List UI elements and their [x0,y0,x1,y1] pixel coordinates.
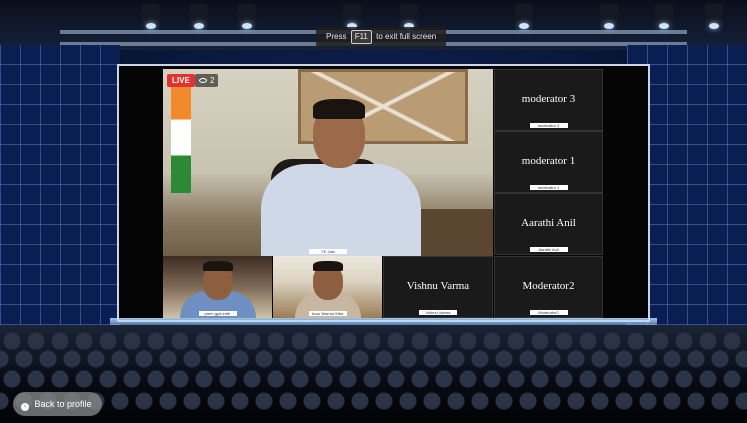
back-arrow-icon: ‹ [21,403,29,411]
participant-tile-moderator2[interactable]: Moderator2 Moderator2 [494,256,603,318]
participant-tile-vishnu-varma[interactable]: Vishnu Varma Vishnu Varma [383,256,493,318]
participant-name-tag: Aarathi Anil [529,247,568,252]
participant-name: Aarathi Anil [521,216,576,229]
stage-light [142,4,160,29]
stage-light [400,4,418,29]
f11-key: F11 [350,30,372,44]
audience [0,325,747,423]
stage-light [190,4,208,29]
participant-name-tag: moderator 3 [529,123,568,128]
participant-name-tag: Moderator2 [529,310,568,315]
participant-name-tag: prem gpd iretfr [198,311,237,316]
fullscreen-hint: Press F11 to exit full screen [316,27,447,47]
stage-light [515,4,533,29]
participant-tile-moderator-3[interactable]: moderator 3 moderator 3 [494,69,603,131]
participant-name: Moderator2 [522,279,575,292]
participant-tile-aarathi-anil[interactable]: Aarathi Anil Aarathi Anil [494,193,603,255]
stage-light [655,4,673,29]
participant-name-tag: Arun Warrior Mba [308,311,347,316]
viewer-count: 2 [195,74,219,87]
fullscreen-press-label: Press [326,32,347,41]
participant-name: moderator 1 [521,154,576,167]
flag [171,83,191,193]
participant-video-1[interactable]: prem gpd iretfr [163,256,272,318]
back-to-profile-label: Back to profile [34,399,92,409]
stage-light [238,4,256,29]
conference-screen: LIVE 2 YK Jain moderator 3 moderator 3 m… [117,64,650,322]
participant-name-tag: YK Jain [309,249,347,254]
viewer-count-value: 2 [210,76,215,85]
stage-light [343,4,361,29]
live-badge: LIVE [167,74,195,87]
stage-light [705,4,723,29]
left-led-wall [0,45,120,345]
virtual-auditorium: LIVE 2 YK Jain moderator 3 moderator 3 m… [0,0,747,423]
participant-video-2[interactable]: Arun Warrior Mba [273,256,382,318]
eye-icon [199,78,207,84]
back-to-profile-button[interactable]: ‹ Back to profile [13,392,102,416]
participant-tile-moderator-1[interactable]: moderator 1 moderator 1 [494,131,603,193]
participant-name: Vishnu Varma [406,279,470,292]
fullscreen-exit-label: to exit full screen [376,32,437,41]
participant-name-tag: moderator 1 [529,185,568,190]
stage-light [600,4,618,29]
participant-name-tag: Vishnu Varma [419,310,457,315]
main-speaker-video[interactable]: LIVE 2 YK Jain [163,69,493,256]
participant-name: moderator 3 [521,92,576,105]
